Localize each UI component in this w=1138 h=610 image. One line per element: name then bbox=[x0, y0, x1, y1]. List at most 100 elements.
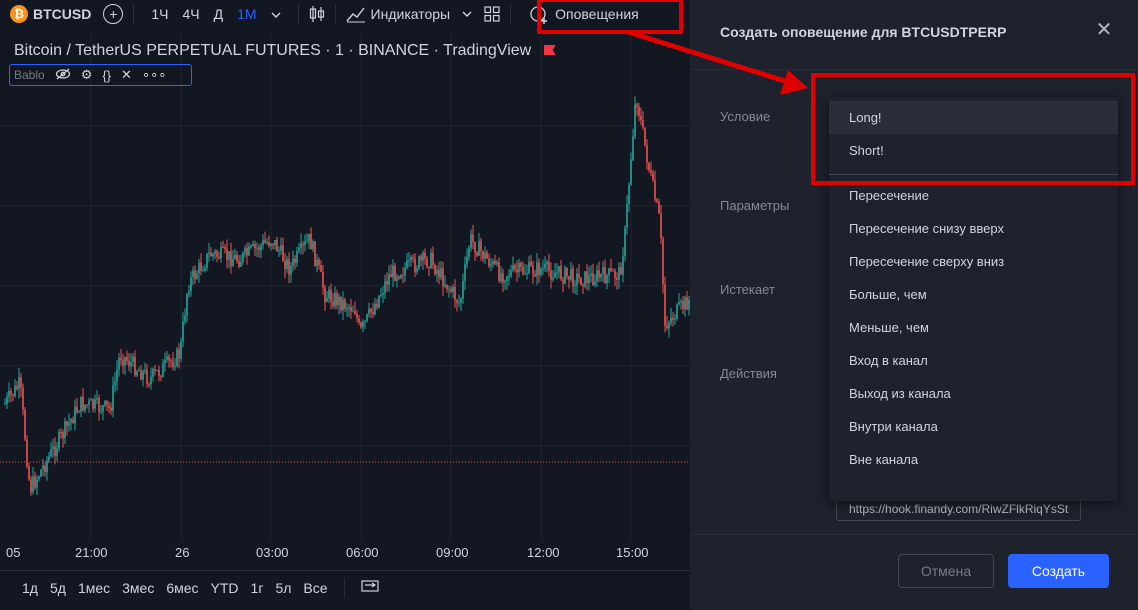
candle-body bbox=[328, 289, 330, 298]
create-button[interactable]: Создать bbox=[1008, 554, 1109, 588]
candle-body bbox=[32, 476, 34, 493]
candle-body bbox=[576, 273, 578, 286]
bitcoin-logo-icon: ₿ bbox=[10, 5, 28, 23]
chevron-down-icon[interactable] bbox=[264, 6, 288, 22]
time-label: 21:00 bbox=[75, 545, 108, 560]
candle-body bbox=[382, 293, 384, 295]
candle-body bbox=[266, 242, 268, 244]
timeframe-day[interactable]: Д bbox=[207, 6, 230, 22]
range-5y[interactable]: 5л bbox=[269, 580, 297, 596]
candle-body bbox=[102, 405, 104, 412]
candle-body bbox=[370, 308, 372, 313]
candle-body bbox=[394, 265, 396, 281]
chart-pane[interactable]: Bitcoin / TetherUS PERPETUAL FUTURES · 1… bbox=[0, 34, 690, 540]
candle-body bbox=[644, 127, 646, 146]
range-all[interactable]: Все bbox=[297, 580, 333, 596]
time-axis[interactable]: 05 21:00 26 03:00 06:00 09:00 12:00 15:0… bbox=[0, 540, 690, 564]
range-3m[interactable]: 3мес bbox=[116, 580, 160, 596]
range-1y[interactable]: 1г bbox=[245, 580, 270, 596]
candle-body bbox=[558, 266, 560, 273]
candle-body bbox=[294, 258, 296, 264]
candle-body bbox=[666, 325, 668, 328]
candle-body bbox=[178, 349, 180, 359]
chart-type-button[interactable] bbox=[303, 0, 331, 28]
range-ytd[interactable]: YTD bbox=[205, 580, 245, 596]
compare-icon[interactable] bbox=[355, 578, 385, 597]
price-chart[interactable] bbox=[0, 34, 690, 540]
candle-body bbox=[310, 233, 312, 250]
candle-body bbox=[100, 411, 102, 413]
range-6m[interactable]: 6мес bbox=[160, 580, 204, 596]
candle-body bbox=[442, 268, 444, 287]
candle-body bbox=[456, 300, 458, 303]
candle-body bbox=[70, 419, 72, 423]
candle-body bbox=[402, 275, 404, 277]
candle-body bbox=[488, 258, 490, 266]
candle-body bbox=[386, 281, 388, 285]
candle-body bbox=[560, 266, 562, 280]
candle-body bbox=[120, 357, 122, 361]
range-5d[interactable]: 5д bbox=[44, 580, 72, 596]
candle-body bbox=[156, 370, 158, 372]
candle-body bbox=[478, 240, 480, 256]
timeframe-4h[interactable]: 4Ч bbox=[175, 6, 206, 22]
candle-body bbox=[598, 270, 600, 278]
candle-body bbox=[314, 241, 316, 267]
close-icon[interactable]: ✕ bbox=[1094, 20, 1114, 40]
add-symbol-button[interactable]: + bbox=[97, 0, 129, 28]
indicator-legend[interactable]: Bablo ⚙ {} ✕ ∘∘∘ bbox=[9, 64, 192, 86]
candle-body bbox=[564, 267, 566, 284]
dropdown-item-entering-channel[interactable]: Вход в канал bbox=[829, 344, 1118, 377]
candle-body bbox=[412, 257, 414, 259]
layout-button[interactable] bbox=[478, 0, 506, 28]
candle-body bbox=[330, 289, 332, 302]
range-1d[interactable]: 1д bbox=[16, 580, 44, 596]
actions-label: Действия bbox=[720, 366, 777, 381]
candle-body bbox=[502, 273, 504, 283]
candle-body bbox=[410, 257, 412, 261]
braces-icon[interactable]: {} bbox=[102, 68, 111, 83]
candle-body bbox=[334, 293, 336, 307]
timeframe-1m[interactable]: 1М bbox=[230, 6, 263, 22]
candle-body bbox=[60, 432, 62, 434]
candle-body bbox=[536, 262, 538, 277]
candle-body bbox=[122, 360, 124, 366]
candle-body bbox=[260, 245, 262, 251]
indicators-button[interactable]: Индикаторы bbox=[340, 0, 457, 28]
dropdown-item-inside-channel[interactable]: Внутри канала bbox=[829, 410, 1118, 443]
dropdown-item-outside-channel[interactable]: Вне канала bbox=[829, 443, 1118, 476]
more-icon[interactable]: ∘∘∘ bbox=[142, 67, 166, 83]
candle-body bbox=[368, 308, 370, 315]
candle-body bbox=[372, 312, 374, 315]
candles-icon bbox=[309, 6, 324, 22]
candle-body bbox=[316, 259, 318, 267]
candle-body bbox=[52, 446, 54, 450]
dropdown-item-crossing-down[interactable]: Пересечение сверху вниз bbox=[829, 245, 1118, 278]
dropdown-item-exiting-channel[interactable]: Выход из канала bbox=[829, 377, 1118, 410]
indicators-menu-button[interactable] bbox=[456, 0, 478, 28]
cancel-button[interactable]: Отмена bbox=[898, 554, 994, 588]
gear-icon[interactable]: ⚙ bbox=[81, 67, 93, 83]
candle-body bbox=[66, 421, 68, 426]
candle-body bbox=[342, 299, 344, 311]
symbol-search-button[interactable]: ₿ BTCUSD bbox=[0, 0, 97, 28]
candle-body bbox=[96, 397, 98, 400]
candle-body bbox=[92, 399, 94, 409]
dropdown-item-less-than[interactable]: Меньше, чем bbox=[829, 311, 1118, 344]
dropdown-item-greater-than[interactable]: Больше, чем bbox=[829, 278, 1118, 311]
candle-body bbox=[500, 273, 502, 282]
close-icon[interactable]: ✕ bbox=[121, 67, 132, 83]
candle-body bbox=[138, 370, 140, 372]
range-1m[interactable]: 1мес bbox=[72, 580, 116, 596]
candle-body bbox=[656, 199, 658, 202]
candle-body bbox=[642, 120, 644, 128]
eye-off-icon[interactable] bbox=[55, 68, 71, 83]
dropdown-item-crossing-up[interactable]: Пересечение снизу вверх bbox=[829, 212, 1118, 245]
timeframe-1h[interactable]: 1Ч bbox=[144, 6, 175, 22]
candle-body bbox=[604, 267, 606, 284]
flag-icon[interactable] bbox=[543, 45, 556, 55]
candle-body bbox=[354, 311, 356, 315]
candle-body bbox=[610, 268, 612, 271]
candle-body bbox=[34, 476, 36, 488]
candle-body bbox=[446, 284, 448, 290]
